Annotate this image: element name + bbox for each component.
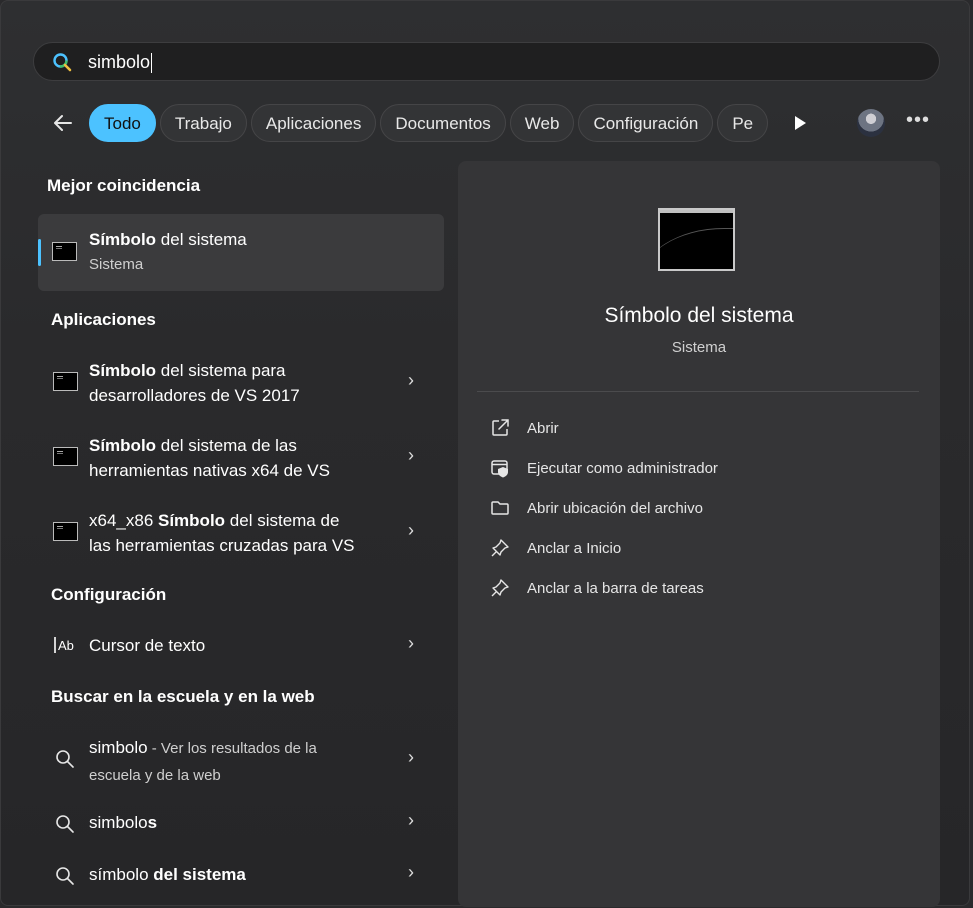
command-prompt-icon [52,242,77,261]
search-window: simbolo Todo Trabajo Aplicaciones Documento… [0,0,970,907]
best-match-title: Símbolo del sistema [89,230,247,249]
search-icon [56,867,74,885]
pin-icon [491,579,509,597]
avatar[interactable] [857,109,885,137]
selection-indicator [38,239,41,266]
preview-panel: Símbolo del sistema Sistema Abrir Ejecut… [458,161,940,907]
web-result-text: simbolo - Ver los resultados de la escuel… [89,738,317,784]
folder-icon [491,501,509,515]
pin-to-start-action[interactable]: Anclar a Inicio [490,538,910,562]
pin-icon [491,539,509,557]
chevron-right-icon[interactable]: › [408,445,414,466]
text-caret [151,53,153,74]
pin-to-taskbar-action[interactable]: Anclar a la barra de tareas [490,578,910,602]
search-icon [53,53,72,72]
best-match-subtitle: Sistema [89,256,144,273]
tab-configuracion[interactable]: Configuración [578,104,714,142]
command-prompt-icon [53,447,78,466]
back-arrow-icon[interactable] [49,109,77,137]
app-title: x64_x86 Símbolo del sistema de las herram… [89,511,355,555]
list-item[interactable]: x64_x86 Símbolo del sistema de las herram… [38,506,444,562]
chevron-right-icon[interactable]: › [408,747,414,768]
shield-icon [491,460,508,478]
tab-todo[interactable]: Todo [89,104,156,142]
app-title: Símbolo del sistema de las herramientas n… [89,436,330,480]
text-cursor-icon: Ab [54,637,74,653]
command-prompt-large-icon [658,208,735,271]
open-action[interactable]: Abrir [490,418,910,442]
tab-trabajo[interactable]: Trabajo [159,104,247,142]
tab-documentos[interactable]: Documentos [380,104,506,142]
search-icon [56,815,74,833]
search-input[interactable]: simbolo [88,52,153,74]
chevron-right-icon[interactable]: › [408,370,414,391]
more-options-icon[interactable]: ••• [906,109,930,132]
best-match-heading: Mejor coincidencia [47,176,201,195]
command-prompt-icon [53,522,78,541]
web-search-heading: Buscar en la escuela y en la web [51,687,315,706]
filter-tabs: Todo Trabajo Aplicaciones Documentos Web Conf… [89,104,769,144]
list-item[interactable]: símbolo del sistema › [38,862,444,892]
svg-text:Ab: Ab [58,638,74,653]
list-item[interactable]: simbolo - Ver los resultados de la escuel… [38,735,444,787]
list-item[interactable]: Símbolo del sistema de las herramientas n… [38,431,444,487]
tab-aplicaciones[interactable]: Aplicaciones [250,104,377,142]
web-result-text: simbolos [89,813,158,832]
chevron-right-icon[interactable]: › [408,862,414,883]
tab-web[interactable]: Web [509,104,575,142]
best-match-item[interactable]: Símbolo del sistema Sistema [38,214,444,291]
app-title: Símbolo del sistema para desarrolladores … [89,361,300,405]
scroll-tabs-right-icon[interactable] [791,113,809,133]
list-item[interactable]: simbolos › [38,810,444,840]
chevron-right-icon[interactable]: › [408,633,414,654]
settings-heading: Configuración [51,585,167,604]
preview-subtitle: Sistema [671,339,727,356]
apps-heading: Aplicaciones [51,310,156,329]
preview-title: Símbolo del sistema [604,304,794,327]
list-item[interactable]: Símbolo del sistema para desarrolladores … [38,356,444,412]
open-external-icon [492,419,509,436]
settings-label: Cursor de texto [89,636,206,655]
tab-personas[interactable]: Pe [717,104,769,142]
search-box[interactable]: simbolo [33,42,940,81]
chevron-right-icon[interactable]: › [408,520,414,541]
search-icon [56,750,74,768]
list-item[interactable]: Ab Cursor de texto › [38,631,444,661]
chevron-right-icon[interactable]: › [408,810,414,831]
web-result-text: símbolo del sistema [89,865,246,884]
divider [477,391,919,392]
command-prompt-icon [53,372,78,391]
run-as-admin-action[interactable]: Ejecutar como administrador [490,458,910,482]
open-file-location-action[interactable]: Abrir ubicación del archivo [490,498,910,522]
